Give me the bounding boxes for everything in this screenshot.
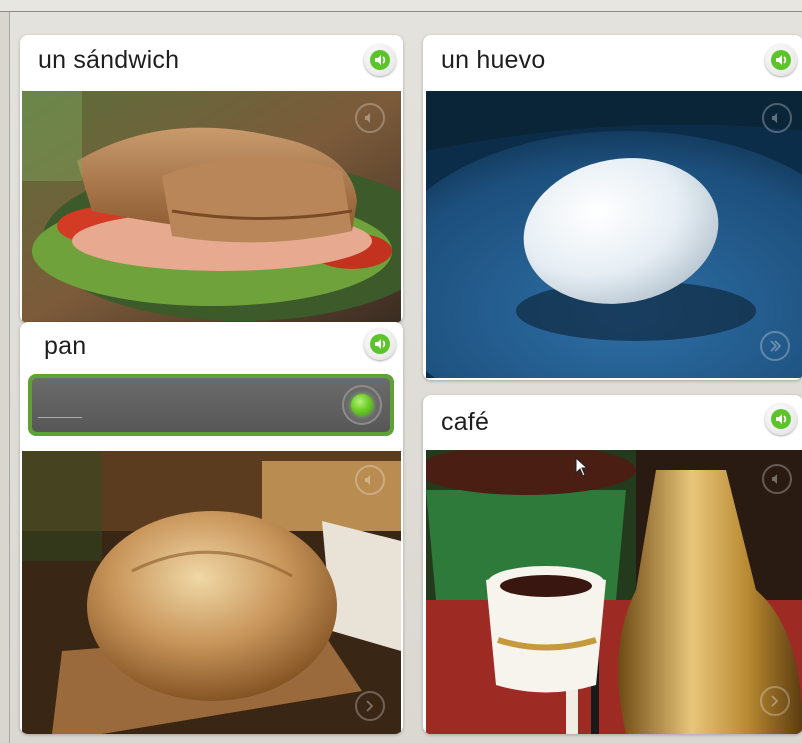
answer-input[interactable]	[32, 378, 390, 432]
card-title-sandwich: un sándwich	[38, 46, 180, 74]
egg-photo	[426, 91, 802, 378]
text-cursor-line	[38, 417, 82, 418]
window-left-edge	[0, 12, 10, 743]
next-faded-icon	[760, 686, 790, 716]
speaker-faded-icon	[762, 464, 792, 494]
next-faded-icon	[760, 331, 790, 361]
microphone-button[interactable]	[342, 385, 382, 425]
mouse-cursor-icon	[575, 456, 589, 482]
speaker-faded-icon	[762, 103, 792, 133]
card-sandwich[interactable]: un sándwich	[20, 35, 403, 323]
answer-input-field[interactable]	[28, 374, 394, 436]
speaker-icon[interactable]	[765, 44, 797, 76]
speaker-icon[interactable]	[364, 328, 396, 360]
speaker-faded-icon	[355, 465, 385, 495]
card-title-cafe: café	[441, 408, 490, 436]
card-title-huevo: un huevo	[441, 46, 546, 74]
coffee-photo	[426, 450, 802, 734]
speaker-icon[interactable]	[765, 403, 797, 435]
card-huevo[interactable]: un huevo	[423, 35, 802, 380]
bread-photo	[22, 451, 401, 734]
card-title-pan: pan	[44, 332, 87, 360]
speaker-faded-icon	[355, 103, 385, 133]
window-top-edge	[0, 0, 802, 12]
next-faded-icon	[355, 691, 385, 721]
speaker-icon[interactable]	[364, 44, 396, 76]
card-cafe[interactable]: café	[423, 395, 802, 734]
sandwich-photo	[22, 91, 401, 323]
microphone-icon	[351, 394, 373, 416]
